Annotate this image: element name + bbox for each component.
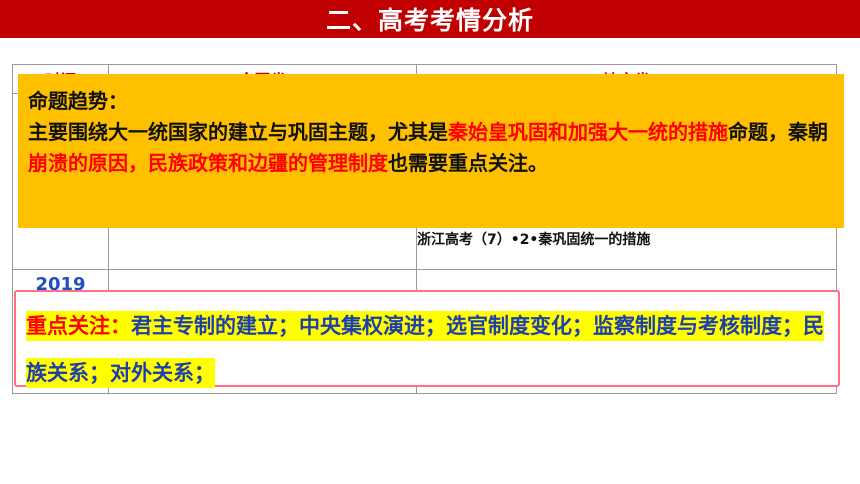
trend-segment-highlight: 秦始皇巩固和加强大一统的措施 <box>448 120 728 144</box>
focus-callout: 重点关注：君主专制的建立；中央集权演进；选官制度变化；监察制度与考核制度；民族关… <box>14 290 840 388</box>
page-title-bar: 二、高考考情分析 <box>0 0 860 38</box>
trend-callout: 命题趋势： 主要围绕大一统国家的建立与巩固主题，尤其是秦始皇巩固和加强大一统的措… <box>18 74 844 228</box>
focus-content: 君主专制的建立；中央集权演进；选官制度变化；监察制度与考核制度；民族关系；对外关… <box>26 314 824 385</box>
page-title: 二、高考考情分析 <box>325 6 534 35</box>
focus-text: 重点关注：君主专制的建立；中央集权演进；选官制度变化；监察制度与考核制度；民族关… <box>26 311 824 388</box>
trend-segment-highlight: 崩溃的原因，民族政策和边疆的管理制度 <box>28 151 388 175</box>
trend-text: 主要围绕大一统国家的建立与巩固主题，尤其是秦始皇巩固和加强大一统的措施命题，秦朝… <box>28 117 830 179</box>
trend-label: 命题趋势： <box>28 89 128 113</box>
trend-segment: 命题，秦朝 <box>728 120 828 144</box>
trend-segment: 主要围绕大一统国家的建立与巩固主题，尤其是 <box>28 120 448 144</box>
focus-label: 重点关注： <box>26 314 131 338</box>
local-item-text: 浙江高考（7）•2•秦巩固统一的措施 <box>417 232 651 248</box>
trend-segment: 也需要重点关注。 <box>388 151 548 175</box>
